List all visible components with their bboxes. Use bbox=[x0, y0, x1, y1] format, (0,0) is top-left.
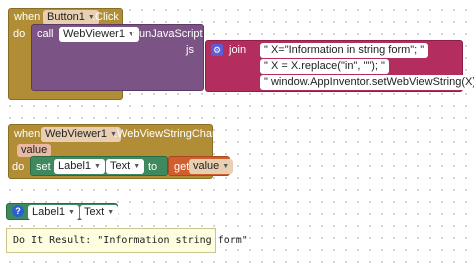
dot-separator: . bbox=[100, 161, 104, 173]
variable-dropdown-value[interactable]: value ▼ bbox=[189, 159, 234, 174]
set-label: set bbox=[36, 161, 51, 173]
component-dropdown-webviewer1[interactable]: WebViewer1 ▼ bbox=[41, 127, 121, 142]
component-dropdown-webviewer1[interactable]: WebViewer1 ▼ bbox=[59, 27, 139, 42]
property-dropdown-text[interactable]: Text ▼ bbox=[80, 205, 119, 220]
component-dropdown-label1[interactable]: Label1 ▼ bbox=[54, 159, 105, 174]
component-name: Button1 bbox=[47, 11, 85, 23]
component-name: WebViewer1 bbox=[45, 128, 107, 140]
property-name: Text bbox=[84, 206, 105, 218]
string-literal-1[interactable]: " X="Information in string form"; " bbox=[260, 43, 429, 58]
to-label: to bbox=[148, 161, 158, 173]
dropdown-arrow-icon: ▼ bbox=[107, 209, 115, 216]
dot-separator: . bbox=[74, 207, 78, 219]
dropdown-arrow-icon: ▼ bbox=[222, 163, 230, 170]
help-question-icon[interactable]: ? bbox=[12, 205, 24, 217]
call-label: call bbox=[37, 28, 54, 40]
mutator-gear-icon[interactable]: ⚙ bbox=[211, 44, 223, 56]
when-label: when bbox=[14, 128, 41, 140]
get-label: get bbox=[174, 161, 190, 173]
do-it-result-bubble: Do It Result: "Information string form" bbox=[6, 228, 248, 253]
event-name: .WebViewStringChange bbox=[114, 128, 231, 140]
component-name: WebViewer1 bbox=[63, 28, 125, 40]
component-dropdown-label1[interactable]: Label1 ▼ bbox=[28, 205, 79, 220]
string-literal-3[interactable]: " window.AppInventor.setWebViewString(X)… bbox=[260, 75, 474, 90]
js-socket-label: js bbox=[186, 44, 194, 56]
method-name: .RunJavaScript bbox=[128, 28, 203, 40]
join-label: join bbox=[229, 44, 247, 56]
component-dropdown-button1[interactable]: Button1 ▼ bbox=[43, 10, 99, 25]
variable-name: value bbox=[193, 160, 220, 172]
do-label: do bbox=[12, 161, 25, 173]
property-dropdown-text[interactable]: Text ▼ bbox=[106, 159, 145, 174]
component-name: Label1 bbox=[58, 160, 92, 172]
component-name: Label1 bbox=[32, 206, 66, 218]
do-label: do bbox=[13, 28, 26, 40]
property-name: Text bbox=[110, 160, 131, 172]
event-name: .Click bbox=[92, 11, 119, 23]
when-label: when bbox=[14, 11, 41, 23]
string-literal-2[interactable]: " X = X.replace("in", ""); " bbox=[260, 59, 389, 74]
dropdown-arrow-icon: ▼ bbox=[133, 163, 141, 170]
